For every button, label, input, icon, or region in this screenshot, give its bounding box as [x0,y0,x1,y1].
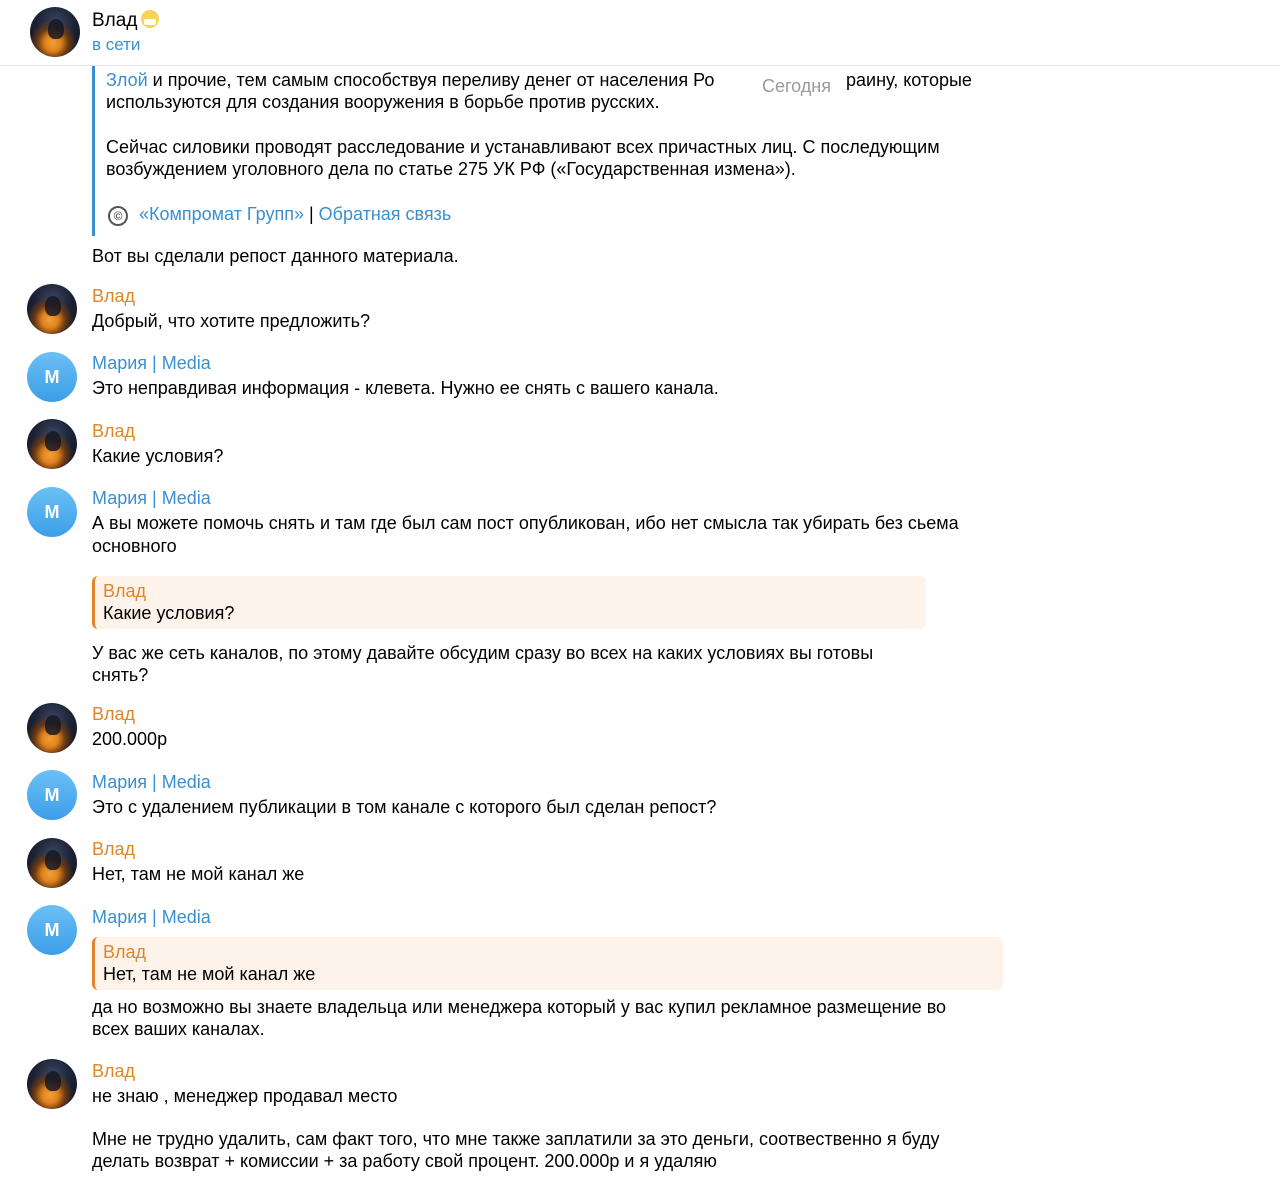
message-text: Это неправдивая информация - клевета. Ну… [92,378,719,398]
message-text: делать возврат + комиссии + за работу св… [92,1151,717,1171]
message-text: Вот вы сделали репост данного материала. [92,246,459,266]
sender-name[interactable]: Мария | Media [92,771,211,794]
vlad-avatar[interactable] [27,838,77,888]
message-text: не знаю , менеджер продавал место [92,1086,398,1106]
message-text: 200.000р [92,729,168,749]
chat-title-text: Влад [92,10,138,31]
message-text: Мне не трудно удалить, сам факт того, чт… [92,1129,940,1149]
message-text: Нет, там не мой канал же [92,864,305,884]
forwarded-line-2: используются для создания вооружения в б… [106,92,660,112]
chat-header: Влад в сети [0,0,1280,66]
sender-name[interactable]: Мария | Media [92,487,211,510]
vlad-avatar[interactable] [27,1059,77,1109]
maria-avatar[interactable]: M [27,352,77,402]
reply-text: Нет, там не мой канал же [103,964,316,984]
forwarded-link-zloy[interactable]: Злой [106,70,148,90]
reply-sender: Влад [103,942,147,962]
reply-sender: Влад [103,581,147,601]
online-status: в сети [92,35,141,54]
kompromat-group-link[interactable]: «Компромат Групп» [139,204,304,224]
message-text: А вы можете помочь снять и там где был с… [92,513,959,533]
sender-name[interactable]: Влад [92,285,135,308]
sender-name[interactable]: Мария | Media [92,906,211,929]
forwarded-line-1: Злой и прочие, тем самым способствуя пер… [106,70,715,90]
vlad-avatar[interactable] [30,7,80,57]
sender-name[interactable]: Мария | Media [92,352,211,375]
maria-avatar[interactable]: M [27,770,77,820]
message-text: основного [92,536,177,556]
message-text: Добрый, что хотите предложить? [92,311,371,331]
message-text: всех ваших каналах. [92,1019,265,1039]
vlad-avatar[interactable] [27,284,77,334]
message-text: да но возможно вы знаете владельца или м… [92,997,947,1017]
message-text: У вас же сеть каналов, по этому давайте … [92,643,874,663]
date-divider: Сегодня [754,74,839,99]
copyright-icon: © [108,206,128,226]
sender-name[interactable]: Влад [92,703,135,726]
maria-avatar[interactable]: M [27,487,77,537]
message-text: Какие условия? [92,446,224,466]
sender-name[interactable]: Влад [92,1060,135,1083]
forwarded-line-4: возбуждением уголовного дела по статье 2… [106,159,796,179]
feedback-link[interactable]: Обратная связь [319,204,452,224]
sender-name[interactable]: Влад [92,838,135,861]
message-text: Это с удалением публикации в том канале … [92,797,717,817]
vlad-avatar[interactable] [27,419,77,469]
vlad-avatar[interactable] [27,703,77,753]
maria-avatar[interactable]: M [27,905,77,955]
forwarded-line-3: Сейчас силовики проводят расследование и… [106,137,940,157]
mask-face-emoji-icon [141,10,160,28]
reply-text: Какие условия? [103,603,235,623]
forwarded-line-1-tail: раину, которые [846,70,972,90]
sender-name[interactable]: Влад [92,420,135,443]
chat-title[interactable]: Влад [92,10,160,32]
forwarded-footer: © «Компромат Групп» | Обратная связь [108,203,451,226]
message-text: снять? [92,665,149,685]
